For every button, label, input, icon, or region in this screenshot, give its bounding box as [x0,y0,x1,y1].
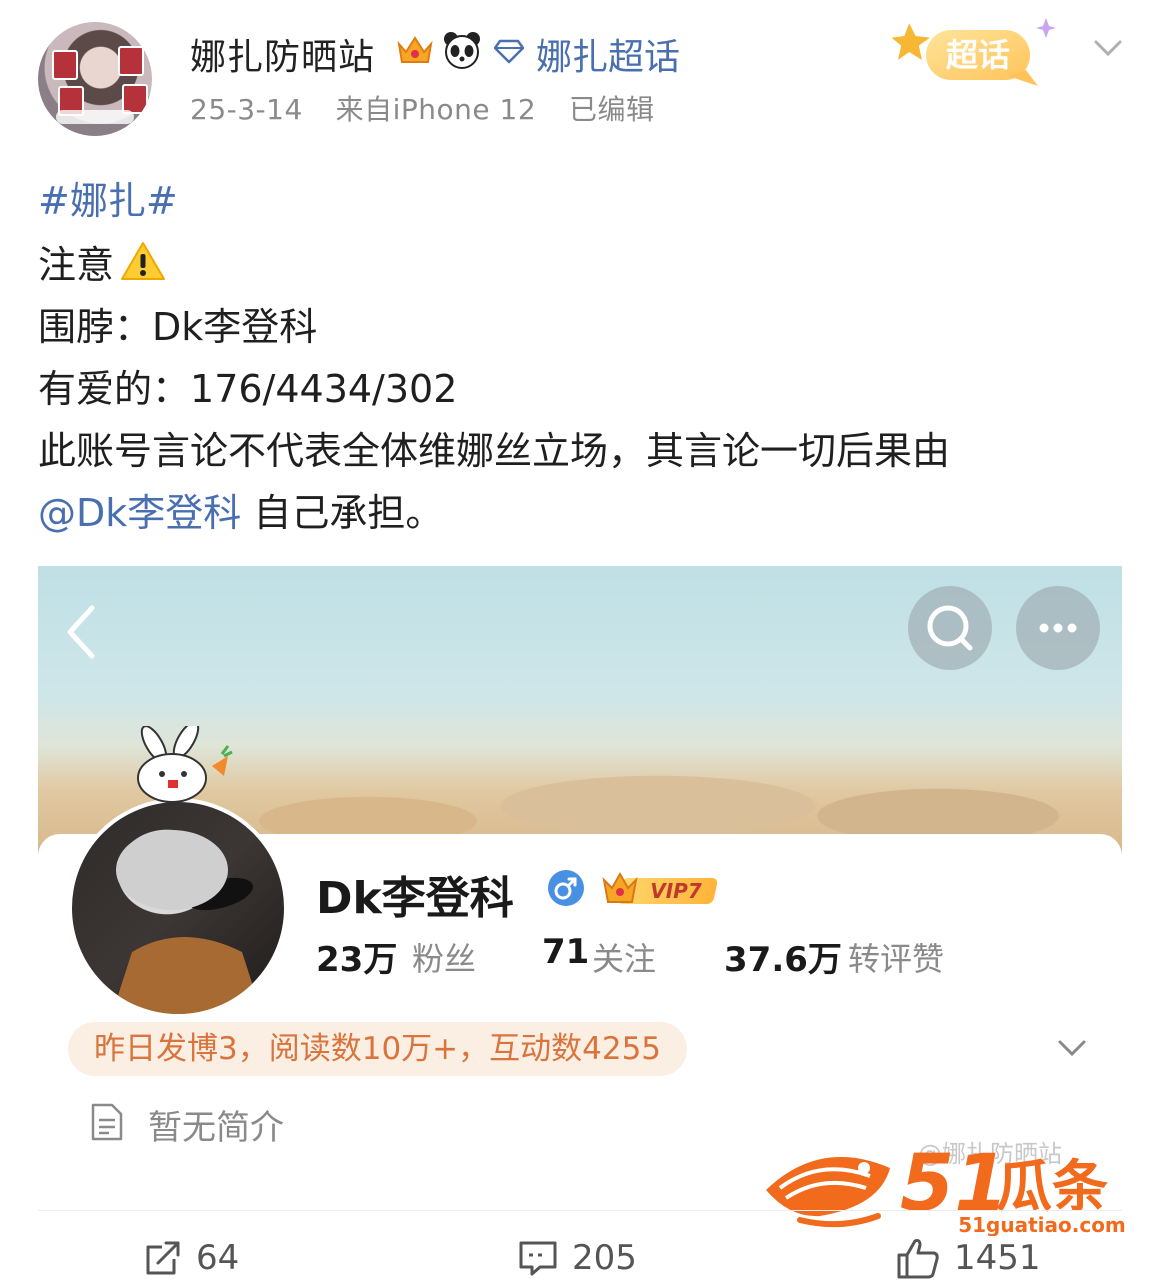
post-source: 来自iPhone 12 [335,93,537,126]
notice-text: 注意 [38,243,115,287]
back-icon [67,605,95,659]
like-button[interactable]: 1451 [896,1234,1041,1282]
rabbit-sticker [137,726,233,803]
comment-icon [519,1241,557,1276]
warning-icon [121,242,166,280]
more-icon [1039,623,1077,633]
gender-male-icon [548,870,584,906]
embedded-screenshot[interactable]: Dk李登科 VIP7 23万 粉丝 71 关注 37.6万 转评赞 昨日发博3，… [38,566,1122,1200]
stat-engagement-label: 转评赞 [848,940,945,978]
post-line-notice: 注意 [38,234,166,289]
weibo-value: Dk李登科 [152,305,318,349]
supertopic-badge[interactable]: 超话 [888,12,1060,96]
mention-link[interactable]: @Dk李登科 [38,491,241,535]
stat-engagement-value: 37.6万 [724,940,842,980]
crown-icon [397,36,433,63]
supertopic-badge-label: 超话 [946,36,1010,74]
stat-fans-label: 粉丝 [412,940,477,978]
poster-username[interactable]: 娜扎防晒站 [190,28,375,80]
post-hashtag[interactable]: #娜扎# [38,170,178,225]
panda-icon [444,32,480,69]
post-date: 25-3-14 [190,93,303,126]
activity-summary: 昨日发博3，阅读数10万+，互动数4255 [68,1022,688,1076]
post-edited: 已编辑 [568,93,655,126]
like-count: 1451 [954,1238,1041,1278]
post-line-weibo: 围脖：Dk李登科 [38,296,317,351]
search-icon [927,605,973,651]
comment-button[interactable]: 205 [518,1234,637,1282]
action-bar-divider [38,1210,1122,1211]
logo-url: 51guatiao.com [958,1213,1126,1236]
poster-avatar[interactable] [38,22,152,136]
diamond-icon [494,39,524,64]
profile-avatar [68,798,288,1018]
profile-intro: 暂无简介 [148,1108,284,1148]
comment-count: 205 [572,1238,637,1278]
post-line-disclaimer: 此账号言论不代表全体维娜丝立场，其言论一切后果由 [38,429,951,473]
repost-icon [146,1241,180,1275]
weibo-label: 围脖： [38,305,153,349]
repost-count: 64 [196,1238,240,1278]
search-button [908,586,992,670]
chevron-down-icon[interactable] [1090,30,1126,66]
end-text: 自己承担。 [253,491,444,535]
more-button [1016,586,1100,670]
vip-label: VIP7 [650,879,702,903]
stat-following-label: 关注 [592,940,657,978]
stats-value: 176/4434/302 [190,367,458,411]
post-line-stats: 有爱的：176/4434/302 [38,358,457,413]
stats-label: 有爱的： [38,367,191,411]
51guatiao-logo: 51 瓜条 51guatiao.com [766,1139,1126,1236]
like-icon [897,1239,939,1279]
supertopic-link[interactable]: 娜扎超话 [536,28,680,80]
chevron-down-icon [1058,1040,1086,1057]
vip-crown-icon: VIP7 [602,871,718,904]
profile-name: Dk李登科 [316,873,514,924]
post-line-end: @Dk李登科 自己承担。 [38,482,443,537]
document-icon [91,1103,123,1141]
post-meta: 25-3-14 来自iPhone 12 已编辑 [190,88,654,128]
repost-button[interactable]: 64 [144,1234,239,1282]
stat-fans-value: 23万 [316,940,398,980]
stat-following-value: 71 [542,932,590,972]
